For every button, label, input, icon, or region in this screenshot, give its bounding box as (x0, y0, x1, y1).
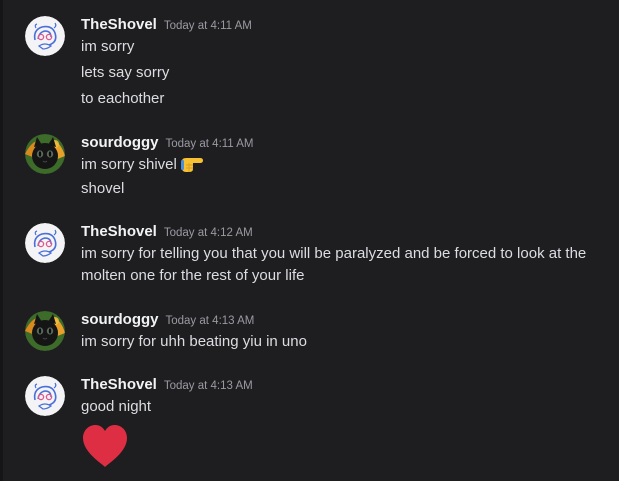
message-timestamp[interactable]: Today at 4:12 AM (164, 227, 253, 239)
user-avatar[interactable] (25, 16, 65, 56)
message-timestamp[interactable]: Today at 4:11 AM (166, 138, 254, 150)
message-text: im sorry for uhh beating yiu in uno (81, 333, 307, 350)
user-avatar[interactable] (25, 134, 65, 174)
message-text: to eachother (81, 90, 165, 107)
username[interactable]: sourdoggy (81, 134, 159, 151)
chat-left-border (0, 0, 3, 481)
username[interactable]: TheShovel (81, 223, 157, 240)
message-text: good night (81, 398, 152, 415)
shovel-swirl-avatar-icon (25, 223, 65, 263)
message-text: im sorry for telling you that you will b… (81, 245, 587, 284)
message-text-content: im sorry shivel (81, 156, 177, 173)
shovel-swirl-avatar-icon (25, 16, 65, 56)
user-avatar[interactable] (25, 376, 65, 416)
shovel-swirl-avatar-icon (25, 376, 65, 416)
username[interactable]: TheShovel (81, 376, 157, 393)
pointing-hand-emoji (180, 152, 204, 181)
message-timestamp[interactable]: Today at 4:13 AM (166, 315, 255, 327)
username[interactable]: sourdoggy (81, 311, 159, 328)
black-cat-avatar-icon (25, 311, 65, 351)
message-text: im sorry shivel (81, 152, 605, 181)
message-text: lets say sorry (81, 64, 170, 81)
message-text: shovel (81, 180, 125, 197)
user-avatar[interactable] (25, 223, 65, 263)
message-timestamp[interactable]: Today at 4:13 AM (164, 380, 253, 392)
red-heart-emoji (81, 424, 129, 473)
user-avatar[interactable] (25, 311, 65, 351)
black-cat-avatar-icon (25, 134, 65, 174)
username[interactable]: TheShovel (81, 16, 157, 33)
message-timestamp[interactable]: Today at 4:11 AM (164, 20, 252, 32)
message-text: im sorry (81, 38, 135, 55)
